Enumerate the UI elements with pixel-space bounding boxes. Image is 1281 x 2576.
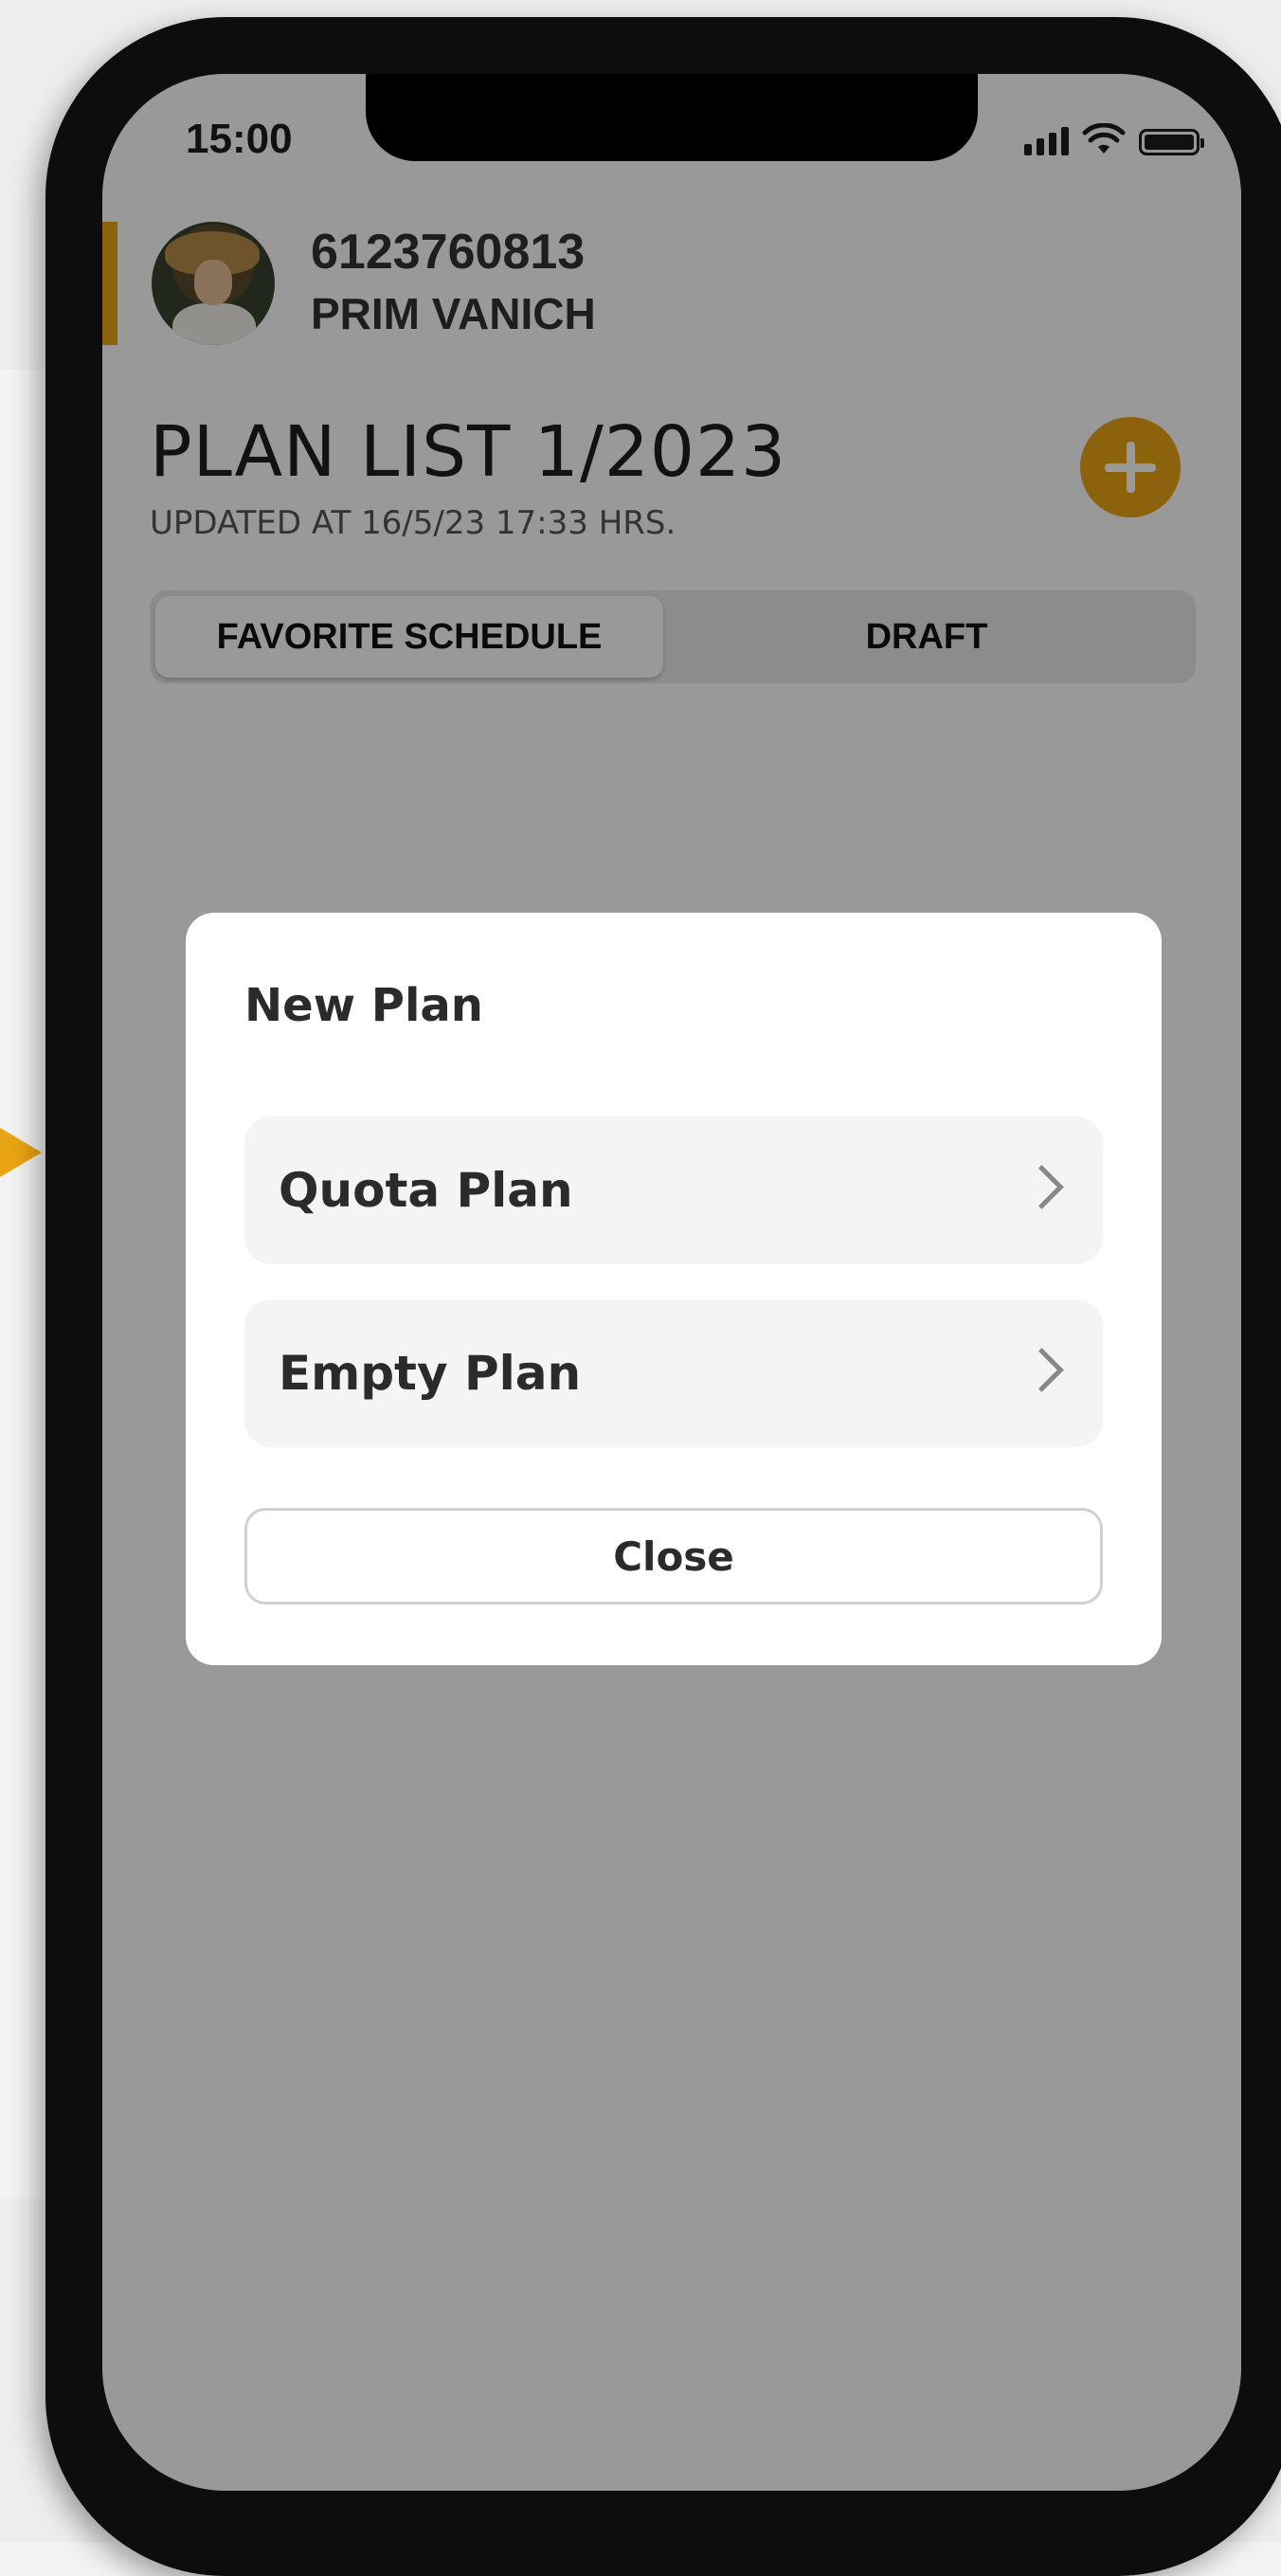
wifi-icon — [1082, 123, 1126, 154]
status-time: 15:00 — [186, 116, 293, 162]
phone-screen: 15:00 6123760813 PRIM VANICH PLAN LIST 1… — [102, 74, 1241, 2491]
battery-icon — [1139, 129, 1204, 155]
chevron-right-icon — [1019, 1348, 1064, 1392]
pointer-arrow-icon — [0, 1128, 42, 1177]
signal-icon — [1024, 127, 1069, 155]
empty-plan-option[interactable]: Empty Plan — [244, 1299, 1103, 1447]
dialog-title: New Plan — [244, 979, 483, 1032]
close-button[interactable]: Close — [244, 1508, 1103, 1605]
chevron-right-icon — [1019, 1165, 1064, 1209]
option-label: Empty Plan — [279, 1346, 582, 1401]
status-icons — [1024, 123, 1204, 155]
quota-plan-option[interactable]: Quota Plan — [244, 1116, 1103, 1264]
option-label: Quota Plan — [279, 1163, 573, 1218]
new-plan-dialog: New Plan Quota Plan Empty Plan Close — [186, 913, 1162, 1665]
phone-notch — [366, 74, 978, 161]
